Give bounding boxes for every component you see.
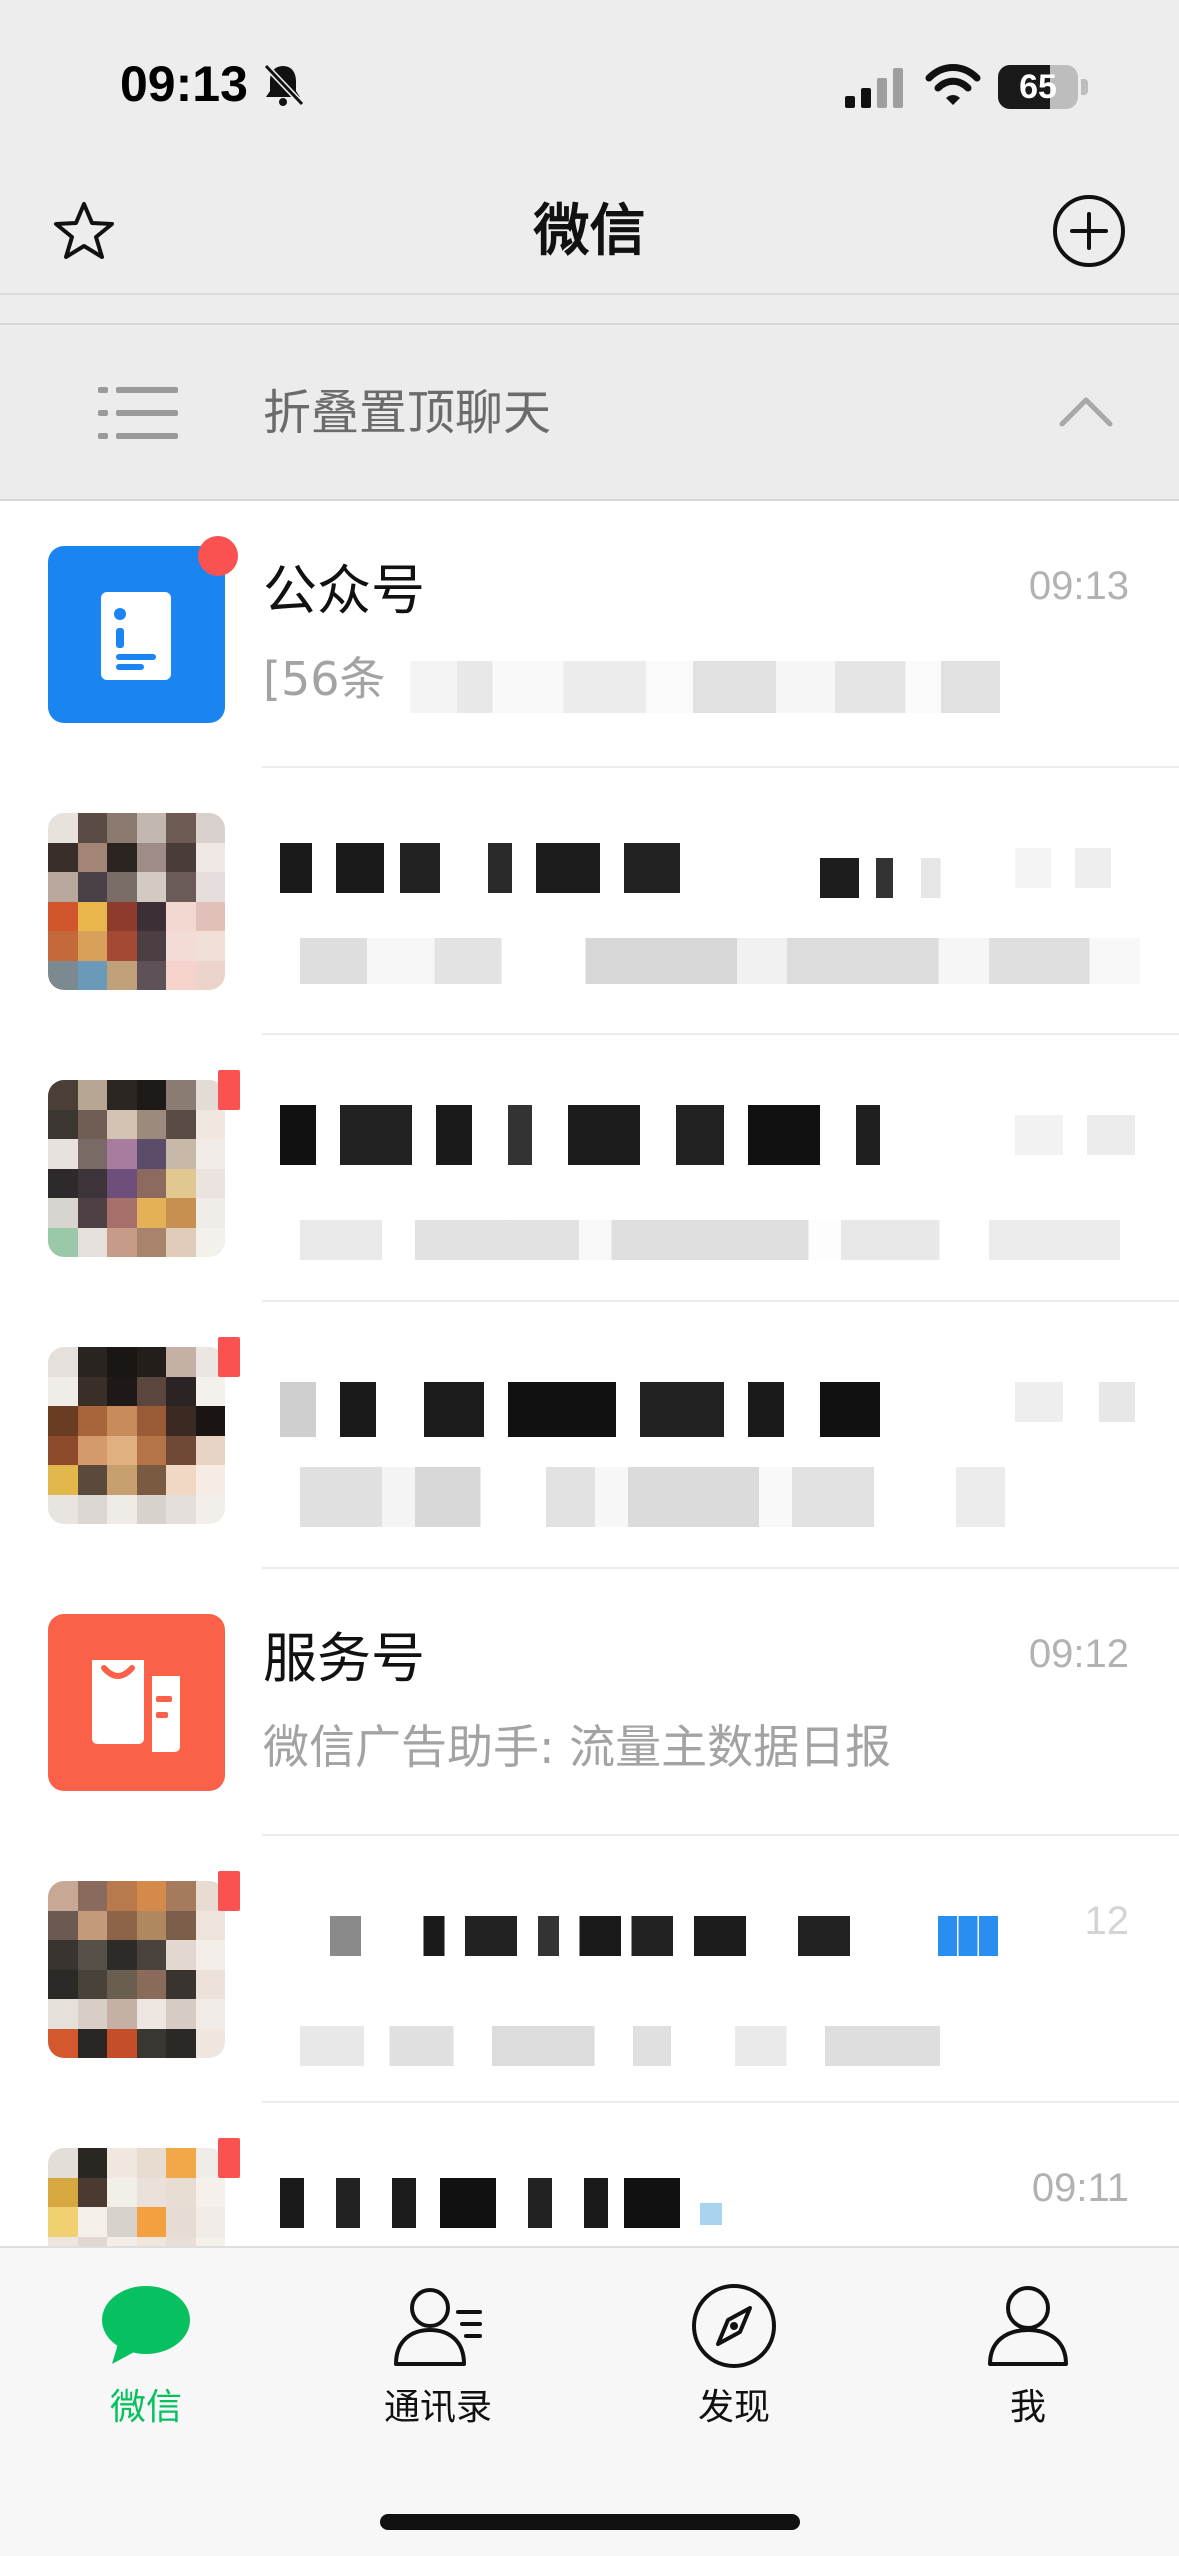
chat-bubble-icon [102,2286,190,2364]
list-icon [98,387,178,439]
chevron-up-icon[interactable] [1058,390,1114,430]
censored-text [280,2178,680,2228]
battery-label: 65 [1019,68,1057,106]
tab-bar: 微信 通讯录 发现 我 [0,2246,1179,2556]
censored-text [410,661,1000,713]
censored-text [330,1916,850,1956]
censored-text [280,1382,880,1437]
chat-item[interactable] [0,1035,1179,1302]
header-separator [0,295,1179,325]
unread-badge [218,1337,240,1377]
chat-list: 公众号 09:13 [56条 服务号 09:12 微信广告助手: 流量主数据日报… [0,501,1179,2246]
page-title: 微信 [533,199,646,264]
chat-item-official-accounts[interactable]: 公众号 09:13 [56条 [0,501,1179,768]
censored-time [1015,1382,1135,1422]
contacts-icon [394,2288,482,2366]
chat-item-service-accounts[interactable]: 服务号 09:12 微信广告助手: 流量主数据日报 [0,1569,1179,1836]
censored-text [300,2026,940,2066]
chat-time: 09:13 [1028,564,1129,608]
censored-emoji [700,2203,722,2225]
chat-name: 服务号 [263,1627,425,1690]
censored-emoji [938,1916,998,1956]
chat-item[interactable] [0,1302,1179,1569]
tab-label: 发现 [697,2387,770,2428]
home-indicator [380,2514,800,2530]
chat-time: 09:11 [1031,2166,1129,2210]
nav-bar: 微信 [0,170,1179,295]
official-account-icon [48,546,225,723]
chat-time: 12 [1084,1899,1130,1943]
unread-badge [218,2138,240,2178]
service-account-icon [48,1614,225,1791]
compass-icon [692,2284,776,2368]
avatar [48,1337,240,1524]
pixelated-avatar [48,1881,225,2058]
chat-time: 09:12 [1028,1632,1129,1676]
wifi-icon [925,64,981,105]
avatar [48,2138,240,2246]
pixelated-avatar [48,1347,225,1524]
censored-text [280,843,680,893]
censored-text [820,858,960,898]
chat-preview: [56条 [263,652,386,706]
bell-off-icon [263,63,305,107]
censored-text [280,1105,880,1165]
chat-preview: 微信广告助手: 流量主数据日报 [263,1720,892,1774]
avatar [48,1070,240,1257]
signal-icon [845,68,903,108]
battery-body: 65 [998,65,1078,109]
unread-badge [198,536,238,576]
chat-item[interactable] [0,768,1179,1035]
chat-item[interactable]: 12 [0,1836,1179,2103]
avatar [48,1614,225,1791]
tab-chats[interactable]: 微信 [56,2278,236,2458]
tab-contacts[interactable]: 通讯录 [348,2278,528,2458]
pixelated-avatar [48,813,225,990]
tab-label: 我 [1009,2387,1046,2428]
chat-item[interactable]: 09:11 [0,2103,1179,2246]
pinned-label: 折叠置顶聊天 [263,385,552,441]
censored-time [1015,1115,1135,1155]
chat-name: 公众号 [263,559,425,622]
tab-discover[interactable]: 发现 [644,2278,824,2458]
battery-cap [1081,79,1088,95]
censored-text [300,938,1140,984]
battery-icon: 65 [998,65,1088,109]
unread-badge [218,1070,240,1110]
person-icon [988,2286,1068,2366]
status-time: 09:13 [120,56,248,112]
censored-time [1015,848,1135,888]
unread-badge [218,1871,240,1911]
tab-label: 微信 [109,2387,182,2428]
censored-text [300,1467,1120,1527]
pixelated-avatar [48,2148,225,2246]
censored-text [300,1220,1120,1260]
tab-me[interactable]: 我 [938,2278,1118,2458]
avatar [48,813,225,990]
add-circle-icon[interactable] [1050,192,1128,270]
pinned-chats-row[interactable]: 折叠置顶聊天 [0,325,1179,501]
avatar [48,536,238,723]
tab-label: 通讯录 [383,2387,492,2428]
pixelated-avatar [48,1080,225,1257]
avatar [48,1871,240,2058]
status-bar: 09:13 65 [0,0,1179,170]
